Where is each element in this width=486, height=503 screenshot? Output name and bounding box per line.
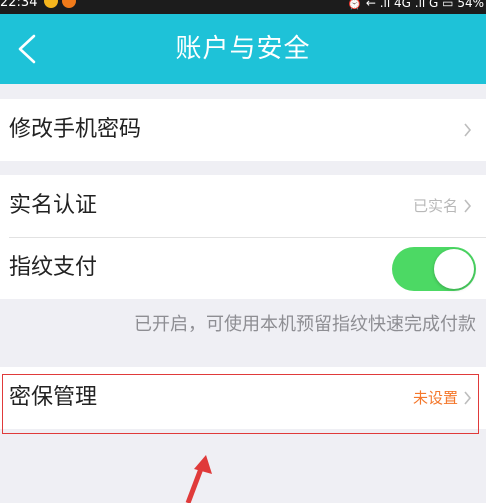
fingerprint-pay-label: 指纹支付 — [9, 255, 98, 280]
fingerprint-pay-row: 指纹支付 — [0, 237, 486, 299]
notification-icon — [44, 0, 58, 8]
status-time: 22:34 — [0, 0, 38, 10]
change-password-label: 修改手机密码 — [9, 117, 142, 142]
fingerprint-pay-toggle[interactable] — [392, 247, 476, 291]
annotation-arrow-icon — [185, 455, 212, 503]
page-title: 账户与安全 — [175, 34, 311, 64]
real-name-label: 实名认证 — [9, 193, 98, 218]
toggle-knob — [434, 249, 474, 289]
change-password-row[interactable]: 修改手机密码 — [0, 99, 486, 161]
chevron-right-icon — [464, 123, 472, 137]
settings-group-verification: 实名认证 已实名 指纹支付 — [0, 175, 486, 299]
app-notification-icon — [62, 0, 76, 8]
status-indicators: ⏰ ← .ıl 4G .ıl G ▭ 54% — [347, 0, 484, 10]
status-bar: 22:34 ⏰ ← .ıl 4G .ıl G ▭ 54% — [0, 0, 486, 14]
fingerprint-hint: 已开启，可使用本机预留指纹快速完成付款 — [134, 314, 476, 335]
settings-group-password: 修改手机密码 — [0, 99, 486, 161]
real-name-status: 已实名 — [412, 197, 458, 215]
chevron-right-icon — [464, 199, 472, 213]
real-name-row[interactable]: 实名认证 已实名 — [0, 175, 486, 237]
annotation-highlight-box — [2, 374, 479, 434]
nav-bar: 账户与安全 — [0, 14, 486, 84]
